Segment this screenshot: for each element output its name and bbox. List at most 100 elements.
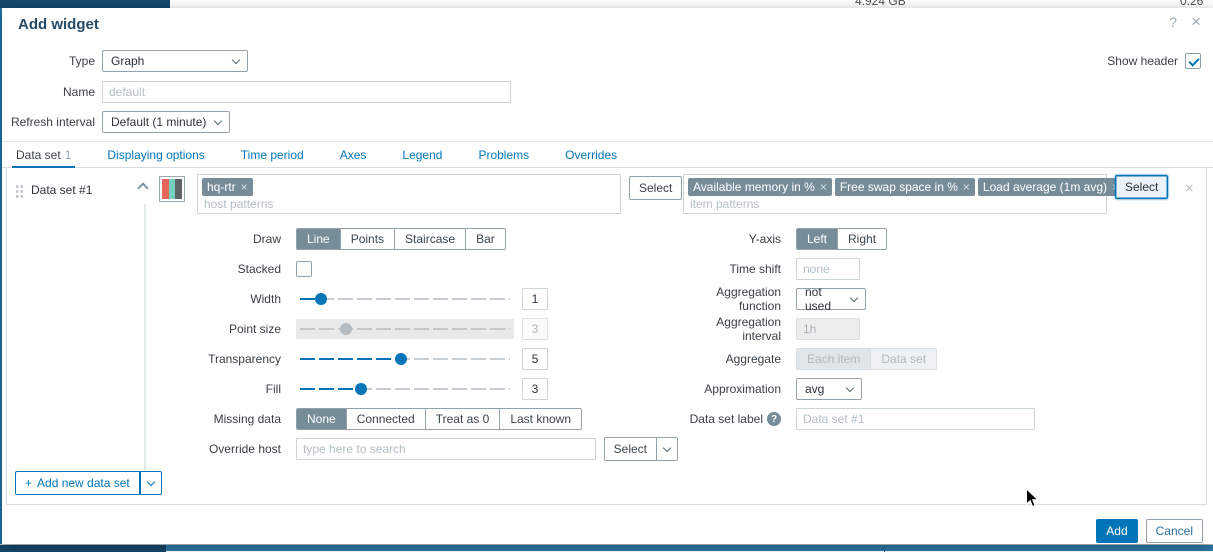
color-palette-swatch[interactable] [159,176,185,202]
chevron-down-icon [663,443,671,451]
remove-tag-icon[interactable]: × [241,180,248,194]
missing-data-option-treat-as-0[interactable]: Treat as 0 [425,409,500,429]
cancel-button[interactable]: Cancel [1146,519,1203,543]
data-set-label-input[interactable] [796,408,1035,430]
missing-data-option-last-known[interactable]: Last known [499,409,581,429]
type-label: Type [2,54,102,68]
tab-problems[interactable]: Problems [478,141,529,168]
host-patterns-placeholder: host patterns [204,197,273,211]
refresh-interval-select[interactable]: Default (1 minute) [102,111,230,133]
y-axis-option-left[interactable]: Left [797,229,837,249]
aggregation-function-value: not used [805,285,851,313]
item-tag: Free swap space in %× [835,178,975,196]
tab-legend[interactable]: Legend [402,141,442,168]
type-select-value: Graph [111,54,144,68]
data-set-label-label: Data set label ? [678,412,788,426]
width-label: Width [7,292,288,306]
close-icon[interactable]: × [1191,12,1201,32]
slider-thumb[interactable] [315,293,327,305]
draw-option-staircase[interactable]: Staircase [394,229,465,249]
dialog-footer: Add Cancel [1096,519,1203,543]
chevron-down-icon [846,383,854,391]
type-select[interactable]: Graph [102,50,248,72]
add-new-data-set: + Add new data set [15,471,162,495]
remove-data-set-icon[interactable]: × [1185,180,1194,197]
draw-option-line[interactable]: Line [297,229,340,249]
point-size-value-input [522,318,548,340]
draw-option-bar[interactable]: Bar [465,229,505,249]
remove-tag-icon[interactable]: × [820,180,827,194]
collapse-button[interactable] [139,180,147,195]
time-shift-label: Time shift [678,262,788,276]
aggregate-segmented: Each item Data set [796,348,937,370]
tab-displaying-options[interactable]: Displaying options [107,141,204,168]
show-header-checkbox[interactable] [1185,53,1201,69]
y-axis-segmented: Left Right [796,228,887,250]
transparency-slider[interactable] [296,349,514,369]
help-icon[interactable]: ? [1169,14,1177,30]
stacked-checkbox[interactable] [296,261,312,277]
swatch-color-3 [175,179,182,199]
width-slider[interactable] [296,289,514,309]
chevron-down-icon [147,477,155,485]
aggregate-option-each-item: Each item [797,349,870,369]
override-host-select-dropdown[interactable] [657,437,678,461]
host-patterns-multiselect[interactable]: hq-rtr× host patterns [197,174,621,214]
item-tag: Load average (1m avg)× [978,178,1124,196]
tab-axes[interactable]: Axes [340,141,367,168]
dialog-title: Add widget [18,16,99,33]
name-input[interactable] [102,81,511,103]
drag-handle-icon[interactable] [15,184,24,198]
item-patterns-multiselect[interactable]: Available memory in %× Free swap space i… [683,174,1107,214]
data-set-panel: Data set #1 hq-rtr× host patterns Select… [6,168,1207,505]
slider-thumb[interactable] [355,383,367,395]
item-tag: Available memory in %× [688,178,832,196]
y-axis-option-right[interactable]: Right [837,229,886,249]
item-patterns-placeholder: item patterns [690,197,759,211]
chevron-down-icon [850,293,858,301]
help-circle-icon[interactable]: ? [767,412,781,426]
chevron-down-icon [214,116,222,124]
override-host-label: Override host [7,442,288,456]
fill-slider[interactable] [296,379,514,399]
override-host-select-button[interactable]: Select [604,437,657,461]
approximation-select[interactable]: avg [796,378,862,400]
chevron-up-icon [137,182,148,193]
y-axis-label: Y-axis [678,232,788,246]
host-select-button[interactable]: Select [629,176,682,200]
refresh-interval-label: Refresh interval [2,115,102,129]
draw-option-points[interactable]: Points [340,229,394,249]
item-select-button[interactable]: Select [1115,175,1168,199]
aggregation-function-select[interactable]: not used [796,288,866,310]
plus-icon: + [25,476,32,490]
dialog-tabs: Data set 1 Displaying options Time perio… [2,141,1213,168]
add-widget-dialog: Add widget ? × Type Graph Show header Na… [2,8,1213,544]
remove-tag-icon[interactable]: × [963,180,970,194]
fill-value-input[interactable] [522,378,548,400]
background-value-text: 4.924 GB [855,0,906,8]
name-label: Name [2,85,102,99]
add-new-data-set-dropdown[interactable] [140,471,162,495]
tab-overrides[interactable]: Overrides [565,141,617,168]
aggregation-function-label: Aggregation function [678,285,788,313]
tab-data-set[interactable]: Data set 1 [16,141,71,168]
slider-thumb [340,323,352,335]
tab-time-period[interactable]: Time period [241,141,304,168]
tab-data-set-count: 1 [65,148,72,162]
override-host-input[interactable] [296,438,596,460]
slider-thumb[interactable] [395,353,407,365]
show-header-label: Show header [1107,54,1185,68]
background-bottom-strip [0,544,1213,551]
missing-data-option-none[interactable]: None [297,409,346,429]
add-new-data-set-button[interactable]: + Add new data set [15,471,140,495]
approximation-value: avg [805,382,824,396]
draw-label: Draw [7,232,288,246]
missing-data-option-connected[interactable]: Connected [346,409,425,429]
transparency-value-input[interactable] [522,348,548,370]
data-set-title: Data set #1 [31,183,92,197]
width-value-input[interactable] [522,288,548,310]
add-button[interactable]: Add [1096,519,1137,543]
time-shift-input[interactable] [796,258,860,280]
host-tag: hq-rtr× [202,178,253,196]
chevron-down-icon [232,55,240,63]
